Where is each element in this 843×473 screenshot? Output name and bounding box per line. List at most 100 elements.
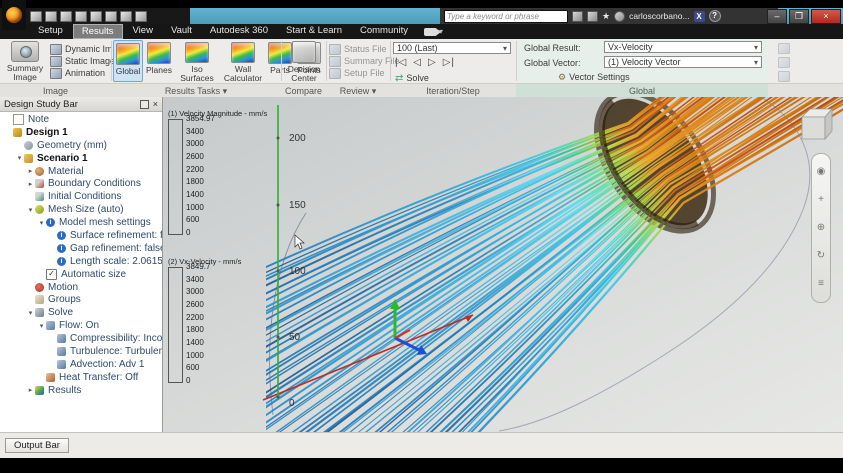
tree-item-advection[interactable]: Advection: Adv 1 [0,358,162,371]
tree-item-groups[interactable]: Groups [0,293,162,306]
step-last-icon[interactable]: ▷| [443,57,455,68]
new-icon[interactable] [30,10,42,22]
tab-results[interactable]: Results [72,24,123,39]
tab-community[interactable]: Community [352,24,416,39]
redo-icon[interactable] [120,10,132,22]
output-bar-button[interactable]: Output Bar [5,438,69,453]
tree-item-model-mesh-settings[interactable]: ▾ Model mesh settings [0,216,162,229]
tree-item-initial-conditions[interactable]: Initial Conditions [0,190,162,203]
expand-arrow[interactable]: ▸ [26,386,35,394]
legend-tick: 3000 [186,287,204,297]
tree-item-design-1[interactable]: Design 1 [0,126,162,139]
workspace-icon[interactable] [90,10,102,22]
favorites-star-icon[interactable]: ★ [602,11,610,21]
app-logo[interactable] [2,0,26,30]
label: Model mesh settings [59,217,151,229]
ribbon: Summary Image Dynamic Image Static Image A… [0,39,843,98]
tree-item-length-scale[interactable]: Length scale: 2.06155 [0,255,162,268]
decision-center-button[interactable]: Decision Center [284,41,324,83]
status-file-button[interactable]: Status File [329,43,400,55]
restore-button[interactable]: ❐ [789,9,809,24]
tree-item-material[interactable]: ▸ Material [0,165,162,178]
help-icon[interactable]: ? [708,10,721,22]
groups-icon [35,295,44,305]
print-icon[interactable] [135,10,147,22]
tab-setup[interactable]: Setup [30,24,71,39]
ribbon-tab-bar: Setup Results View Vault Autodesk 360 Start &… [0,24,843,39]
orbit-icon[interactable]: ↻ [817,251,825,261]
tab-start-learn[interactable]: Start & Learn [278,24,350,39]
legend-tick: 2600 [186,151,204,161]
tree-item-geometry-mm-[interactable]: Geometry (mm) [0,139,162,152]
tree-item-turbulence[interactable]: Turbulence: Turbulence [0,345,162,358]
expand-arrow[interactable]: ▸ [26,167,35,175]
label: Planes [146,65,172,75]
tab-vault[interactable]: Vault [163,24,200,39]
wall-calculator-button[interactable]: Wall Calculator [220,40,266,82]
undo-icon[interactable] [105,10,117,22]
tab-autodesk-360[interactable]: Autodesk 360 [202,24,276,39]
tree-item-boundary-conditions[interactable]: ▸ Boundary Conditions [0,177,162,190]
tab-view[interactable]: View [125,24,161,39]
viewport[interactable]: 200 150 100 50 0 (1) Velocity Magnitude - mm… [163,97,843,432]
legend-vx-velocity[interactable]: (2) Vx-Velocity - mm/s 3849.7 3400 3000 260… [168,257,264,385]
save-icon[interactable] [60,10,72,22]
label: Motion [48,281,79,293]
iteration-dropdown[interactable]: 100 (Last) ▾ [393,42,511,54]
global-result-dropdown[interactable]: Vx-Velocity ▾ [604,41,762,53]
tree-item-automatic-size[interactable]: Automatic size [0,268,162,281]
vector-settings-button[interactable]: ⚙ Vector Settings [558,71,630,83]
exchange-apps-icon[interactable]: X [693,10,705,22]
tree-item-note[interactable]: Note [0,113,162,126]
iso-surfaces-button[interactable]: Iso Surfaces [175,40,219,82]
tree-item-flow[interactable]: ▾ Flow: On [0,319,162,332]
steering-wheels-icon[interactable]: ≡ [818,279,824,289]
close-icon[interactable]: × [153,99,158,108]
zoom-icon[interactable]: ⊕ [817,223,825,233]
pin-icon[interactable] [139,99,149,109]
viewport-canvas[interactable]: 200 150 100 50 0 [163,97,843,432]
pan-icon[interactable]: + [818,195,824,205]
setup-file-button[interactable]: Setup File [329,67,400,79]
global-result-value: Vx-Velocity [608,42,653,52]
view-cube[interactable] [795,103,835,143]
summary-file-button[interactable]: Summary File [329,55,400,67]
tree-item-mesh-size-auto-[interactable]: ▾ Mesh Size (auto) [0,203,162,216]
video-tutorials-icon[interactable] [424,27,442,36]
help-search-icon[interactable] [587,10,598,22]
step-first-icon[interactable]: |◁ [395,57,407,68]
expand-arrow[interactable]: ▾ [37,219,46,227]
global-button[interactable]: Global [113,40,143,82]
close-button[interactable]: × [811,9,841,24]
tree-item-heat-transfer[interactable]: Heat Transfer: Off [0,371,162,384]
navigation-bar[interactable]: ◉ + ⊕ ↻ ≡ [811,153,831,303]
tree-item-motion[interactable]: Motion [0,281,162,294]
tree-item-gap-refinement[interactable]: Gap refinement: false [0,242,162,255]
expand-arrow[interactable]: ▾ [26,309,35,317]
search-input[interactable]: Type a keyword or phrase [444,9,568,23]
navigation-wheel-icon[interactable]: ◉ [817,167,826,177]
step-forward-icon[interactable]: ▷ [428,57,437,68]
tree-item-scenario-1[interactable]: ▾ Scenario 1 [0,152,162,165]
global-result-label: Global Result: [524,43,581,53]
expand-arrow[interactable]: ▾ [26,206,35,214]
expand-arrow[interactable]: ▾ [15,154,24,162]
save-as-icon[interactable] [75,10,87,22]
step-back-icon[interactable]: ◁ [413,57,422,68]
legend-tick: 2200 [186,312,204,322]
legend-velocity-magnitude[interactable]: (1) Velocity Magnitude - mm/s 3854.97 340… [168,109,267,237]
tree-item-compressibility[interactable]: Compressibility: Incompr... [0,332,162,345]
label: Results [48,384,82,396]
planes-button[interactable]: Planes [144,40,174,82]
global-vector-dropdown[interactable]: (1) Velocity Vector ▾ [604,56,762,68]
tree-item-results[interactable]: ▸ Results [0,384,162,397]
search-topics-icon[interactable] [572,10,583,22]
signed-in-user[interactable]: carloscorbano... [629,11,689,21]
tree-item-solve[interactable]: ▾ Solve [0,306,162,319]
open-icon[interactable] [45,10,57,22]
tree-item-surface-refinement[interactable]: Surface refinement: false [0,229,162,242]
expand-arrow[interactable]: ▾ [37,322,46,330]
minimize-button[interactable]: – [767,9,787,24]
summary-image-button[interactable]: Summary Image [4,41,46,82]
expand-arrow[interactable]: ▸ [26,180,35,188]
